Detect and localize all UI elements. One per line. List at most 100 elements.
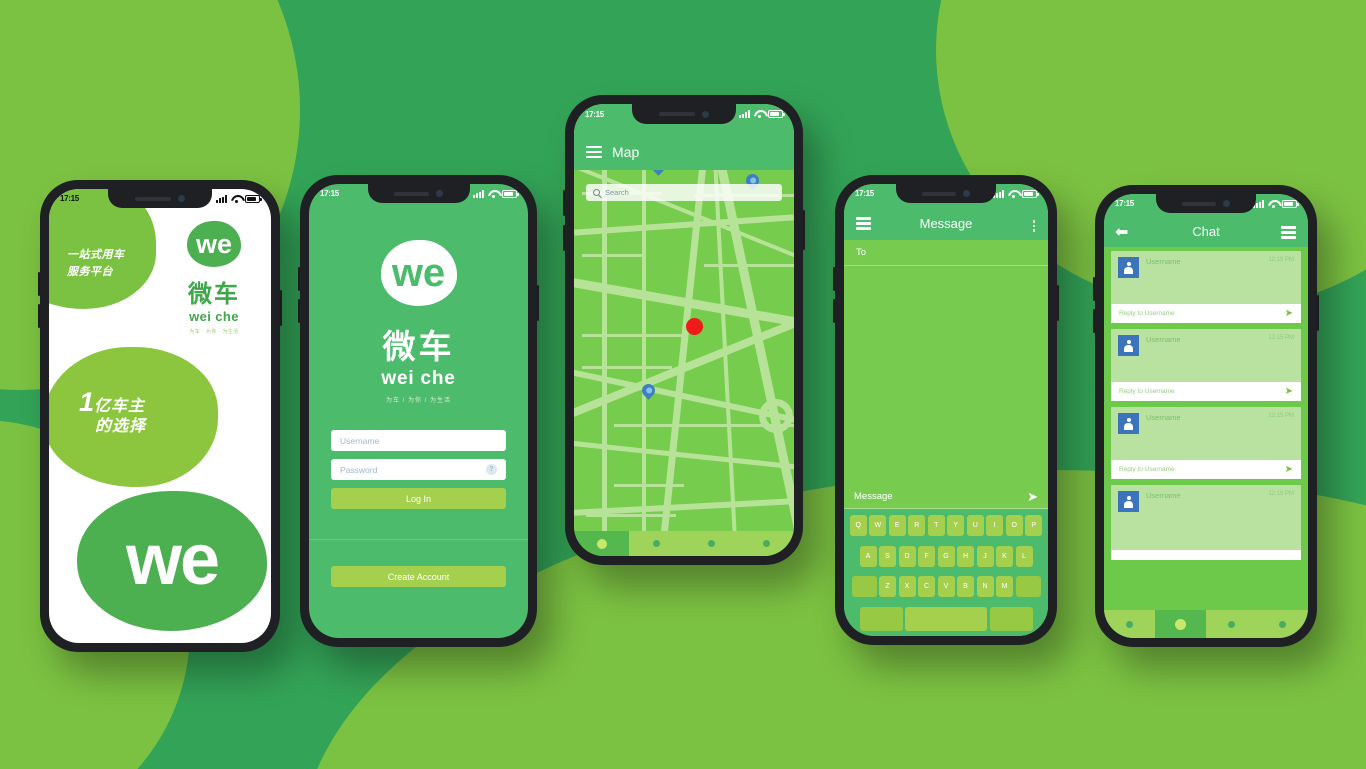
power-button[interactable]: [803, 210, 805, 250]
earpiece-speaker: [659, 112, 695, 116]
key-E[interactable]: E: [888, 515, 906, 536]
send-arrow-icon[interactable]: ➤: [1285, 386, 1293, 397]
backspace-key[interactable]: [1015, 576, 1041, 598]
tab-map[interactable]: [1104, 610, 1155, 638]
message-screen: 17:15 Message To Message ➤ Q W E R T Y U…: [844, 184, 1048, 636]
volume-down-button[interactable]: [38, 304, 40, 328]
key-Q[interactable]: Q: [849, 515, 867, 536]
volume-up-button[interactable]: [298, 267, 300, 291]
key-D[interactable]: D: [898, 545, 916, 567]
power-button[interactable]: [537, 285, 539, 321]
front-camera: [701, 110, 709, 118]
volume-up-button[interactable]: [1093, 277, 1095, 301]
hamburger-icon[interactable]: [586, 145, 602, 159]
send-arrow-icon[interactable]: ➤: [1285, 308, 1293, 319]
key-W[interactable]: W: [869, 515, 887, 536]
chat-message-list[interactable]: Username 12:15 PM Reply to Username ➤ Us…: [1104, 247, 1308, 610]
notch: [632, 104, 736, 124]
chat-card[interactable]: Username 12:15 PM Reply to Username ➤: [1111, 407, 1301, 479]
key-G[interactable]: G: [937, 545, 955, 567]
key-K[interactable]: K: [996, 545, 1013, 567]
key-J[interactable]: J: [976, 545, 994, 567]
power-button[interactable]: [1317, 295, 1319, 331]
volume-down-button[interactable]: [1093, 309, 1095, 333]
hamburger-icon[interactable]: [1281, 226, 1296, 239]
earpiece-speaker: [135, 196, 171, 201]
tab-map[interactable]: [574, 531, 629, 556]
key-A[interactable]: A: [859, 545, 877, 567]
key-C[interactable]: C: [918, 576, 935, 598]
create-account-button[interactable]: Create Account: [331, 566, 506, 587]
key-R[interactable]: R: [908, 515, 926, 536]
front-camera: [177, 195, 185, 202]
brand-tagline: 为车 · 为你 · 为生活: [189, 329, 239, 335]
key-B[interactable]: B: [957, 576, 974, 598]
key-O[interactable]: O: [1005, 515, 1023, 536]
phone-splash: 17:15 一站式用车 服务平台 we 微车 wei che 为车 · 为你 ·…: [38, 180, 282, 652]
key-I[interactable]: I: [986, 515, 1004, 536]
promo-line1: 亿车主: [94, 398, 146, 415]
power-button[interactable]: [1057, 285, 1059, 321]
key-V[interactable]: V: [937, 576, 955, 598]
key-P[interactable]: P: [1025, 515, 1043, 536]
map-canvas[interactable]: [574, 104, 794, 556]
tab-profile[interactable]: [1206, 610, 1257, 638]
shift-key[interactable]: [851, 576, 877, 598]
search-placeholder: Search: [605, 188, 629, 197]
password-placeholder: Password: [340, 464, 378, 475]
keyboard-row-3: Z X C V B N M: [847, 576, 1045, 598]
promo-number: 1: [79, 387, 95, 417]
volume-down-button[interactable]: [298, 299, 300, 323]
key-Y[interactable]: Y: [947, 515, 965, 536]
on-screen-keyboard[interactable]: Q W E R T Y U I O P A S D F G H J K L Z …: [844, 509, 1048, 636]
key-F[interactable]: F: [918, 545, 935, 567]
space-key[interactable]: [905, 606, 987, 631]
volume-down-button[interactable]: [563, 225, 565, 251]
volume-down-button[interactable]: [833, 299, 835, 323]
tab-settings[interactable]: [1257, 610, 1308, 638]
key-H[interactable]: H: [957, 545, 974, 567]
login-button[interactable]: Log In: [331, 488, 506, 509]
key-X[interactable]: X: [898, 576, 916, 598]
chat-card[interactable]: Username 12:15 PM Reply to Username ➤: [1111, 251, 1301, 323]
chat-reply-input[interactable]: Reply to Username ➤: [1111, 382, 1301, 401]
message-input[interactable]: Message ➤: [844, 484, 1048, 509]
chat-reply-input[interactable]: Reply to Username ➤: [1111, 460, 1301, 479]
brand-tagline: 为车 / 为你 / 为生活: [385, 398, 451, 404]
chat-card[interactable]: Username 12:15 PM Reply to Username ➤: [1111, 329, 1301, 401]
numbers-key[interactable]: [859, 606, 903, 631]
volume-up-button[interactable]: [38, 272, 40, 296]
chat-card[interactable]: Username 12:15 PM: [1111, 485, 1301, 560]
send-arrow-icon[interactable]: ➤: [1285, 464, 1293, 475]
key-Z[interactable]: Z: [879, 576, 896, 598]
current-location-marker[interactable]: [686, 318, 703, 335]
key-L[interactable]: L: [1015, 545, 1033, 567]
return-key[interactable]: [989, 606, 1033, 631]
username-placeholder: Username: [340, 435, 380, 446]
chat-reply-input[interactable]: [1111, 550, 1301, 560]
search-input[interactable]: Search: [586, 184, 782, 201]
earpiece-speaker: [1182, 201, 1216, 206]
kebab-icon[interactable]: [1032, 220, 1035, 232]
power-button[interactable]: [280, 290, 282, 326]
tab-message[interactable]: [629, 531, 684, 556]
key-N[interactable]: N: [976, 576, 994, 598]
tab-chat[interactable]: [1155, 610, 1206, 638]
send-arrow-icon[interactable]: ➤: [1027, 490, 1038, 503]
password-input[interactable]: Password ?: [331, 459, 506, 480]
password-help-icon[interactable]: ?: [486, 464, 497, 475]
volume-up-button[interactable]: [563, 190, 565, 216]
we-logo-text: we: [195, 228, 233, 259]
chat-timestamp: 12:15 PM: [1268, 335, 1294, 341]
key-T[interactable]: T: [927, 515, 945, 536]
splash-badge-text: 一站式用车 服务平台: [67, 247, 125, 280]
key-M[interactable]: M: [996, 576, 1013, 598]
username-input[interactable]: Username: [331, 430, 506, 451]
key-U[interactable]: U: [966, 515, 984, 536]
tab-settings[interactable]: [739, 531, 794, 556]
key-S[interactable]: S: [879, 545, 896, 567]
to-field[interactable]: To: [844, 240, 1048, 266]
chat-reply-input[interactable]: Reply to Username ➤: [1111, 304, 1301, 323]
tab-profile[interactable]: [684, 531, 739, 556]
volume-up-button[interactable]: [833, 267, 835, 291]
